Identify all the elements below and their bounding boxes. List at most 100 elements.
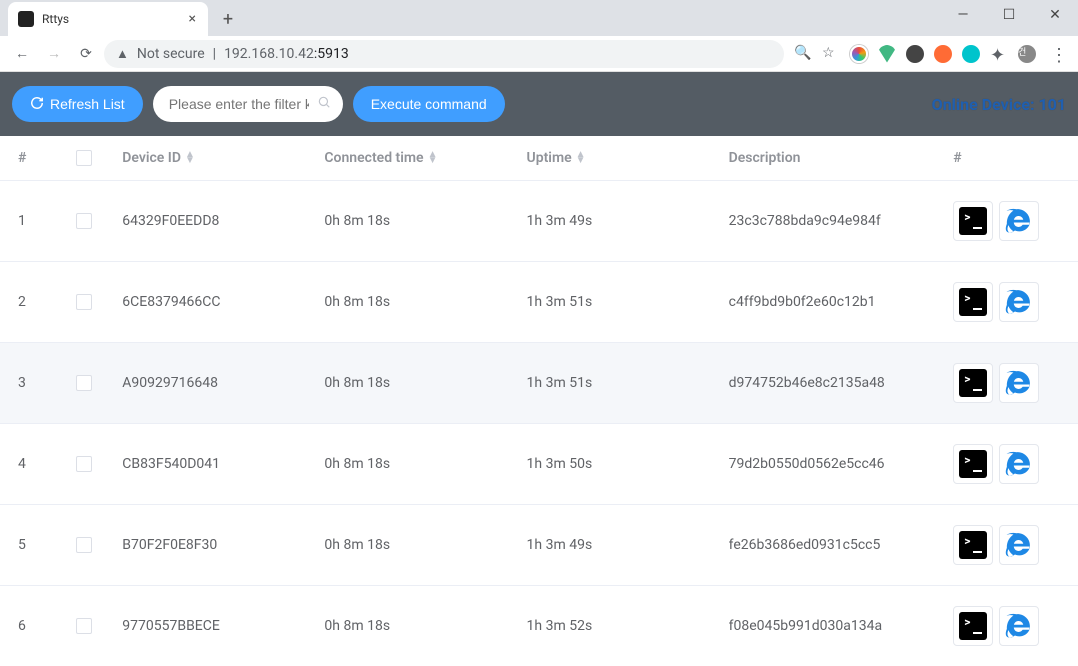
refresh-list-label: Refresh List [50,96,125,112]
table-row: 6 9770557BBECE0h 8m 18s1h 3m 52sf08e045b9… [0,586,1078,666]
terminal-button[interactable] [953,606,993,646]
extension-icon[interactable] [850,45,868,63]
web-button[interactable] [999,282,1039,322]
app-topbar: Refresh List Execute command Online Devi… [0,72,1078,136]
sort-icon[interactable] [428,152,438,164]
not-secure-label: Not secure [137,46,205,62]
select-all-checkbox[interactable] [76,150,92,166]
extension-icon[interactable] [878,45,896,63]
window-close-button[interactable]: ✕ [1032,0,1078,30]
terminal-icon [959,450,987,478]
profile-avatar-icon[interactable]: 건 [1018,45,1036,63]
filter-input[interactable] [153,86,343,122]
device-id: 9770557BBECE [112,586,314,666]
description: d974752b46e8c2135a48 [719,343,944,424]
row-number: 5 [0,505,56,586]
connected-time: 0h 8m 18s [314,586,516,666]
zoom-icon[interactable]: 🔍 [794,45,812,63]
tab-close-icon[interactable]: × [185,11,200,27]
connected-time: 0h 8m 18s [314,181,516,262]
page-content: Refresh List Execute command Online Devi… [0,72,1078,666]
row-checkbox[interactable] [76,618,92,634]
description: fe26b3686ed0931c5cc5 [719,505,944,586]
extension-icon[interactable] [906,45,924,63]
row-checkbox[interactable] [76,375,92,391]
table-row: 5B70F2F0E8F300h 8m 18s1h 3m 49sfe26b3686… [0,505,1078,586]
table-row: 4CB83F540D0410h 8m 18s1h 3m 50s79d2b0550… [0,424,1078,505]
device-id: B70F2F0E8F30 [112,505,314,586]
uptime: 1h 3m 50s [517,424,719,505]
row-checkbox[interactable] [76,294,92,310]
web-button[interactable] [999,606,1039,646]
uptime: 1h 3m 51s [517,343,719,424]
device-table: # Device ID Connected time Uptime Descri… [0,136,1078,666]
new-tab-button[interactable]: + [214,5,242,33]
back-button[interactable]: ← [8,40,36,68]
device-id: CB83F540D041 [112,424,314,505]
uptime: 1h 3m 49s [517,181,719,262]
col-uptime[interactable]: Uptime [517,136,719,181]
refresh-icon [30,96,44,113]
browser-titlebar: Rttys × + — ☐ ✕ [0,0,1078,36]
url-host: 192.168.10.42 [224,46,314,62]
col-select-all[interactable] [56,136,112,181]
bookmark-icon[interactable]: ☆ [822,45,840,63]
col-description: Description [719,136,944,181]
sort-icon[interactable] [185,152,195,164]
refresh-list-button[interactable]: Refresh List [12,86,143,122]
device-id: A90929716648 [112,343,314,424]
tab-title: Rttys [42,12,177,26]
web-button[interactable] [999,363,1039,403]
web-button[interactable] [999,444,1039,484]
not-secure-icon: ▲ [116,46,129,62]
execute-command-button[interactable]: Execute command [353,86,505,122]
web-button[interactable] [999,201,1039,241]
row-checkbox[interactable] [76,537,92,553]
row-checkbox[interactable] [76,456,92,472]
row-checkbox[interactable] [76,213,92,229]
device-id: 6CE8379466CC [112,262,314,343]
col-actions: # [943,136,1078,181]
col-number: # [0,136,56,181]
connected-time: 0h 8m 18s [314,262,516,343]
browser-menu-icon[interactable]: ⋮ [1046,45,1064,63]
terminal-button[interactable] [953,363,993,403]
favicon-icon [18,11,34,27]
table-row: 3A909297166480h 8m 18s1h 3m 51sd974752b4… [0,343,1078,424]
terminal-icon [959,612,987,640]
table-header-row: # Device ID Connected time Uptime Descri… [0,136,1078,181]
window-maximize-button[interactable]: ☐ [986,0,1032,30]
description: 79d2b0550d0562e5cc46 [719,424,944,505]
col-device-id[interactable]: Device ID [112,136,314,181]
row-number: 6 [0,586,56,666]
terminal-icon [959,207,987,235]
terminal-button[interactable] [953,282,993,322]
window-minimize-button[interactable]: — [940,0,986,30]
terminal-button[interactable] [953,444,993,484]
extension-icons: 🔍 ☆ ✦ 건 ⋮ [788,45,1070,63]
extension-icon[interactable] [962,45,980,63]
reload-button[interactable]: ⟳ [72,40,100,68]
row-number: 2 [0,262,56,343]
extensions-menu-icon[interactable]: ✦ [990,45,1008,63]
uptime: 1h 3m 52s [517,586,719,666]
execute-command-label: Execute command [371,96,487,112]
uptime: 1h 3m 51s [517,262,719,343]
connected-time: 0h 8m 18s [314,424,516,505]
terminal-icon [959,288,987,316]
browser-tab[interactable]: Rttys × [8,2,208,36]
description: c4ff9bd9b0f2e60c12b1 [719,262,944,343]
connected-time: 0h 8m 18s [314,343,516,424]
description: 23c3c788bda9c94e984f [719,181,944,262]
address-bar[interactable]: ▲ Not secure | 192.168.10.42:5913 [104,40,784,68]
table-row: 2 6CE8379466CC0h 8m 18s1h 3m 51sc4ff9bd9b… [0,262,1078,343]
web-button[interactable] [999,525,1039,565]
col-connected-time[interactable]: Connected time [314,136,516,181]
sort-icon[interactable] [576,152,586,164]
terminal-button[interactable] [953,201,993,241]
terminal-icon [959,369,987,397]
extension-icon[interactable] [934,45,952,63]
terminal-button[interactable] [953,525,993,565]
forward-button[interactable]: → [40,40,68,68]
description: f08e045b991d030a134a [719,586,944,666]
